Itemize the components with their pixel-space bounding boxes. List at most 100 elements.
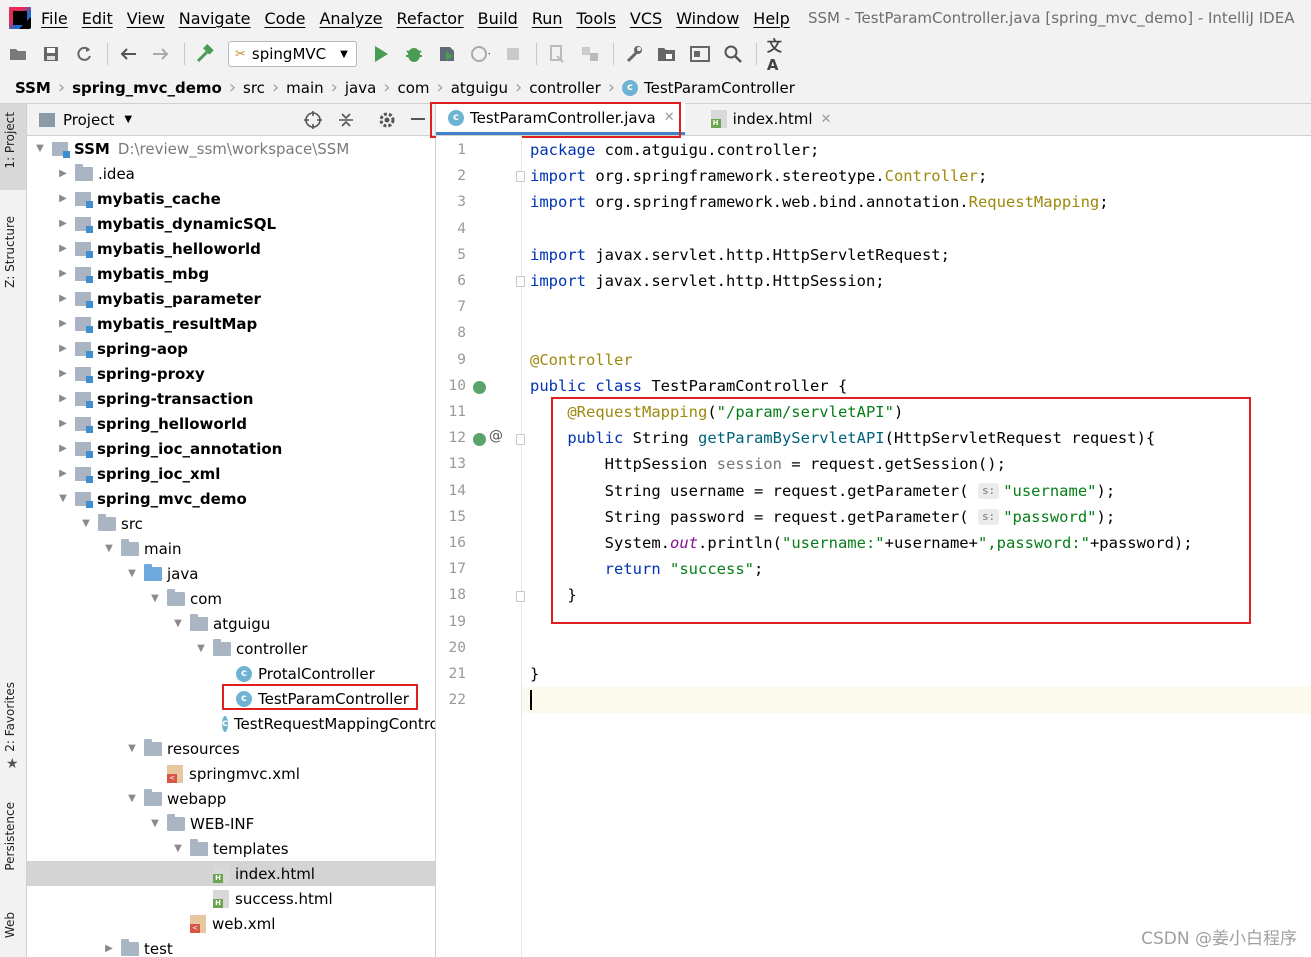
chevron-down-icon[interactable]: ▼	[148, 593, 162, 604]
collapse-all-icon[interactable]	[337, 110, 355, 134]
project-view-select[interactable]: Project	[63, 111, 114, 129]
tree-item[interactable]: ▼ controller	[27, 636, 435, 661]
tree-item[interactable]: ▶ mybatis_dynamicSQL	[27, 211, 435, 236]
chevron-down-icon[interactable]: ▼	[171, 843, 185, 854]
chevron-right-icon[interactable]: ▶	[56, 243, 70, 254]
tree-item[interactable]: ▼ src	[27, 511, 435, 536]
breadcrumb-item[interactable]: src	[243, 79, 265, 97]
web-request-icon[interactable]: @	[489, 428, 503, 444]
chevron-right-icon[interactable]: ▶	[56, 418, 70, 429]
sync-icon[interactable]	[74, 44, 94, 64]
tree-item[interactable]: index.html	[27, 861, 435, 886]
chevron-down-icon[interactable]: ▼	[124, 114, 132, 125]
chevron-down-icon[interactable]: ▼	[79, 518, 93, 529]
tree-root[interactable]: ▼ SSM D:\review_ssm\workspace\SSM	[27, 136, 435, 161]
tree-item[interactable]: ▼ webapp	[27, 786, 435, 811]
tab-index-html[interactable]: index.html ✕	[699, 103, 842, 135]
chevron-right-icon[interactable]: ▶	[56, 318, 70, 329]
coverage-icon[interactable]	[437, 44, 457, 64]
search-icon[interactable]	[723, 44, 743, 64]
chevron-right-icon[interactable]: ▶	[56, 468, 70, 479]
chevron-right-icon[interactable]: ▶	[102, 943, 116, 954]
tree-item[interactable]: ▼ com	[27, 586, 435, 611]
translate-icon[interactable]: 文A	[767, 37, 787, 74]
chevron-down-icon[interactable]: ▼	[125, 743, 139, 754]
chevron-down-icon[interactable]: ▼	[171, 618, 185, 629]
chevron-down-icon[interactable]: ▼	[125, 793, 139, 804]
tree-item[interactable]: ▶ mybatis_mbg	[27, 261, 435, 286]
profile-icon[interactable]	[470, 44, 490, 64]
tree-item[interactable]: c TestRequestMappingController	[27, 711, 435, 736]
breadcrumb-item[interactable]: SSM	[15, 79, 51, 97]
menu-file[interactable]: File	[41, 9, 68, 28]
tree-item[interactable]: ▼ WEB-INF	[27, 811, 435, 836]
chevron-down-icon[interactable]: ▼	[148, 818, 162, 829]
back-icon[interactable]	[118, 44, 138, 64]
tree-item[interactable]: ▶ mybatis_helloworld	[27, 236, 435, 261]
chevron-right-icon[interactable]: ▶	[56, 193, 70, 204]
tree-item[interactable]: ▼ atguigu	[27, 611, 435, 636]
menu-navigate[interactable]: Navigate	[179, 9, 251, 28]
spring-mapping-icon[interactable]	[473, 433, 486, 446]
menu-edit[interactable]: Edit	[82, 9, 113, 28]
tree-item[interactable]: web.xml	[27, 911, 435, 936]
tree-item[interactable]: springmvc.xml	[27, 761, 435, 786]
breadcrumb-item[interactable]: java	[345, 79, 376, 97]
menu-vcs[interactable]: VCS	[630, 9, 662, 28]
chevron-right-icon[interactable]: ▶	[56, 293, 70, 304]
breadcrumb-item[interactable]: spring_mvc_demo	[72, 79, 222, 97]
tool-window-project[interactable]: 1: Project	[3, 112, 17, 169]
tool-window-persistence[interactable]: Persistence	[3, 802, 17, 871]
chevron-right-icon[interactable]: ▶	[56, 443, 70, 454]
menu-code[interactable]: Code	[265, 9, 306, 28]
spring-bean-icon[interactable]	[473, 381, 486, 394]
tree-item[interactable]: ▶ test	[27, 936, 435, 957]
tree-item[interactable]: ▶ spring_ioc_annotation	[27, 436, 435, 461]
tool-window-structure[interactable]: Z: Structure	[3, 216, 17, 288]
tree-item[interactable]: c ProtalController	[27, 661, 435, 686]
chevron-down-icon[interactable]: ▼	[194, 643, 208, 654]
tree-item[interactable]: ▶ mybatis_cache	[27, 186, 435, 211]
tool-window-web[interactable]: Web	[3, 912, 17, 938]
menu-build[interactable]: Build	[478, 9, 518, 28]
attach-icon[interactable]	[547, 44, 567, 64]
menu-analyze[interactable]: Analyze	[319, 9, 382, 28]
tree-item[interactable]: ▶ mybatis_resultMap	[27, 311, 435, 336]
chevron-down-icon[interactable]: ▼	[56, 493, 70, 504]
menu-refactor[interactable]: Refactor	[397, 9, 464, 28]
hide-panel-icon[interactable]	[411, 118, 425, 120]
chevron-right-icon[interactable]: ▶	[56, 393, 70, 404]
breadcrumb-item[interactable]: com	[397, 79, 429, 97]
breadcrumb-item[interactable]: controller	[529, 79, 601, 97]
chevron-down-icon[interactable]: ▼	[125, 568, 139, 579]
stop-icon[interactable]	[503, 44, 523, 64]
tree-item[interactable]: ▶ mybatis_parameter	[27, 286, 435, 311]
menu-tools[interactable]: Tools	[577, 9, 616, 28]
menu-view[interactable]: View	[127, 9, 165, 28]
tree-item[interactable]: ▶ spring-aop	[27, 336, 435, 361]
breadcrumb-item[interactable]: TestParamController	[644, 79, 795, 97]
tool-window-favorites[interactable]: 2: Favorites	[3, 682, 17, 752]
breadcrumb-item[interactable]: atguigu	[451, 79, 508, 97]
open-icon[interactable]	[8, 44, 28, 64]
run-configuration-select[interactable]: ✂ spingMVC ▼	[228, 41, 357, 67]
chevron-right-icon[interactable]: ▶	[56, 368, 70, 379]
tree-item[interactable]: ▼ spring_mvc_demo	[27, 486, 435, 511]
tree-item[interactable]: success.html	[27, 886, 435, 911]
tree-item[interactable]: ▶ spring-transaction	[27, 386, 435, 411]
debug-icon[interactable]	[404, 44, 424, 64]
settings-wrench-icon[interactable]	[624, 44, 644, 64]
tree-item[interactable]: ▶ spring_helloworld	[27, 411, 435, 436]
breadcrumb-item[interactable]: main	[286, 79, 323, 97]
frame-icon[interactable]	[689, 44, 710, 64]
tree-item[interactable]: ▼ resources	[27, 736, 435, 761]
forward-icon[interactable]	[151, 44, 171, 64]
menu-help[interactable]: Help	[753, 9, 789, 28]
sdk-icon[interactable]	[580, 44, 600, 64]
chevron-right-icon[interactable]: ▶	[56, 218, 70, 229]
chevron-down-icon[interactable]: ▼	[102, 543, 116, 554]
tree-item[interactable]: ▼ java	[27, 561, 435, 586]
save-icon[interactable]	[41, 44, 61, 64]
tree-item[interactable]: ▶ .idea	[27, 161, 435, 186]
locate-target-icon[interactable]	[303, 110, 323, 134]
